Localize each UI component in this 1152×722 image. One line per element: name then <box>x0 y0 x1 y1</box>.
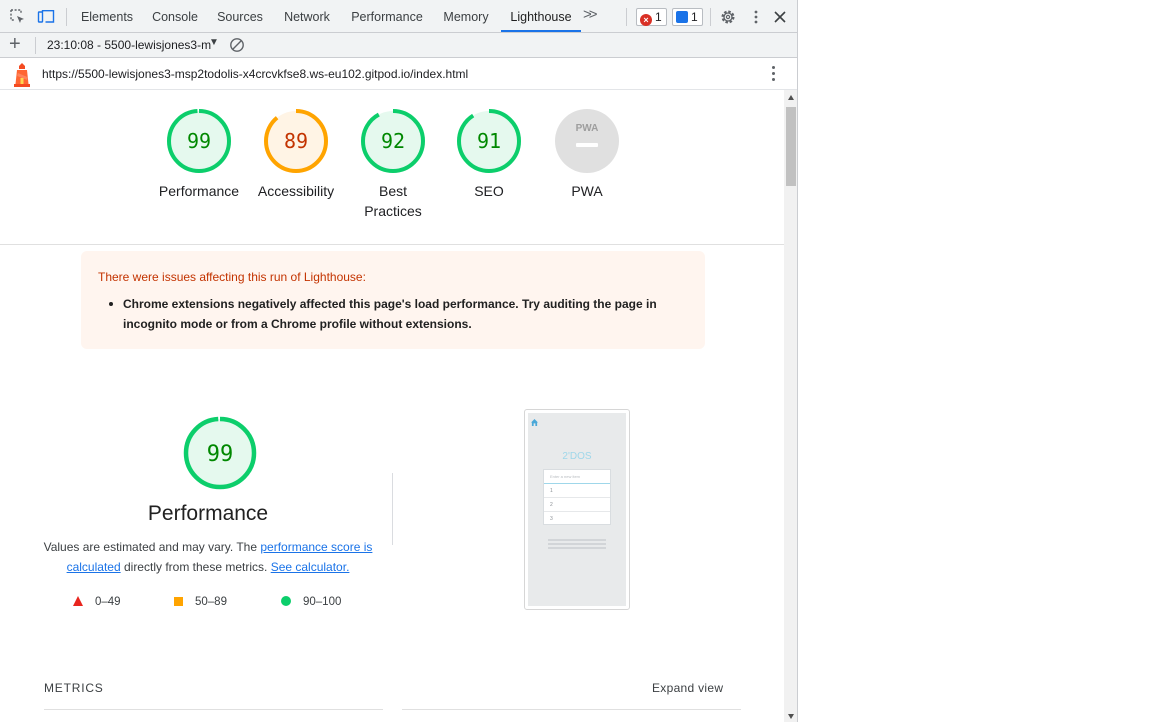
tab-memory[interactable]: Memory <box>436 0 496 33</box>
pwa-badge-icon: PWA <box>555 109 619 173</box>
message-count-badge[interactable]: 1 <box>672 8 703 26</box>
message-icon <box>676 11 688 23</box>
report-scrollbar[interactable] <box>784 90 797 722</box>
chevron-down-icon[interactable]: ▼ <box>209 37 219 48</box>
report-menu-icon[interactable] <box>770 66 778 84</box>
clear-icon[interactable] <box>229 37 245 53</box>
performance-gauge-large: 99 <box>170 415 270 491</box>
devtools-tab-bar: Elements Console Sources Network Perform… <box>0 0 797 33</box>
screenshot-input: Enter a new item <box>544 470 610 484</box>
report-url[interactable]: https://5500-lewisjones3-msp2todolis-x4c… <box>42 67 468 81</box>
error-count: 1 <box>655 10 662 24</box>
tab-console[interactable]: Console <box>145 0 205 33</box>
screenshot-row: 2 <box>544 498 610 512</box>
svg-text:99: 99 <box>207 442 234 467</box>
score-gauge-pwa[interactable]: PWA PWA <box>537 108 637 201</box>
score-gauge-best-practices[interactable]: 92 Best Practices <box>343 108 443 221</box>
add-icon[interactable]: + <box>9 34 21 54</box>
score-gauge-accessibility[interactable]: 89 Accessibility <box>246 108 346 201</box>
gauge-ring: 99 <box>183 416 257 490</box>
desc-text-1: Values are estimated and may vary. The <box>43 540 261 554</box>
tab-performance[interactable]: Performance <box>346 0 428 33</box>
see-calculator-link[interactable]: See calculator. <box>271 560 350 574</box>
performance-title: Performance <box>147 502 269 525</box>
pwa-badge-text: PWA <box>576 123 599 134</box>
gauge-label: Accessibility <box>257 183 335 199</box>
gauge-label: PWA <box>571 183 603 199</box>
tab-lighthouse[interactable]: Lighthouse <box>501 0 581 33</box>
gauge-label: Performance <box>158 183 240 199</box>
expand-view-toggle[interactable]: Expand view <box>652 681 723 695</box>
report-select[interactable]: 23:10:08 - 5500-lewisjones3-m <box>47 38 211 52</box>
screenshot-preview: 2'DOS Enter a new item 1 2 3 <box>528 413 626 606</box>
tab-network[interactable]: Network <box>276 0 338 33</box>
settings-icon[interactable] <box>719 8 737 26</box>
svg-text:99: 99 <box>187 129 211 153</box>
report-url-bar: https://5500-lewisjones3-msp2todolis-x4c… <box>0 59 797 90</box>
gauge-ring: 92 <box>361 109 425 173</box>
screenshot-logo: 2'DOS <box>562 451 592 462</box>
screenshot-row: 1 <box>544 484 610 498</box>
error-count-badge[interactable]: × 1 <box>636 8 667 26</box>
metrics-divider <box>402 709 741 710</box>
warning-title: There were issues affecting this run of … <box>98 270 366 284</box>
score-gauge-seo[interactable]: 91 SEO <box>439 108 539 201</box>
devtools-panel: Elements Console Sources Network Perform… <box>0 0 798 722</box>
tab-sources[interactable]: Sources <box>211 0 269 33</box>
legend-fail: 0–49 <box>73 595 121 609</box>
score-gauge-performance[interactable]: 99 Performance <box>149 108 249 201</box>
device-toolbar-icon[interactable] <box>37 8 55 26</box>
metrics-heading: METRICS <box>44 681 104 695</box>
kebab-icon[interactable] <box>747 8 765 26</box>
scroll-up-icon[interactable] <box>788 95 794 100</box>
performance-description: Values are estimated and may vary. The p… <box>38 537 378 577</box>
scroll-thumb[interactable] <box>786 107 796 186</box>
gauge-ring: 89 <box>264 109 328 173</box>
square-icon <box>174 597 183 606</box>
gauge-label: SEO <box>474 183 504 199</box>
gauge-label: Best Practices <box>364 183 422 219</box>
screenshot-footer <box>548 539 606 551</box>
legend-range: 0–49 <box>95 596 121 608</box>
gauge-ring: 91 <box>457 109 521 173</box>
lighthouse-toolbar: + 23:10:08 - 5500-lewisjones3-m ▼ <box>0 33 797 58</box>
svg-text:89: 89 <box>284 129 308 153</box>
section-divider <box>0 244 784 245</box>
circle-icon <box>281 596 291 606</box>
close-icon[interactable] <box>771 8 789 26</box>
screenshot-list: Enter a new item 1 2 3 <box>543 469 611 525</box>
metrics-divider <box>44 709 383 710</box>
home-icon <box>531 419 538 426</box>
svg-text:91: 91 <box>477 129 501 153</box>
more-tabs-icon[interactable]: >> <box>583 6 597 23</box>
inspect-icon[interactable] <box>9 8 27 26</box>
legend-range: 50–89 <box>195 596 227 608</box>
vertical-divider <box>392 473 393 545</box>
screenshot-row: 3 <box>550 516 553 522</box>
final-screenshot[interactable]: 2'DOS Enter a new item 1 2 3 <box>524 409 630 610</box>
run-warnings: There were issues affecting this run of … <box>81 251 705 349</box>
scroll-down-icon[interactable] <box>788 714 794 719</box>
warning-item: Chrome extensions negatively affected th… <box>109 294 683 334</box>
tab-elements[interactable]: Elements <box>75 0 139 33</box>
message-count: 1 <box>691 10 698 24</box>
error-icon: × <box>640 14 652 26</box>
legend-average: 50–89 <box>174 595 227 609</box>
legend-range: 90–100 <box>303 596 342 608</box>
gauge-ring: 99 <box>167 109 231 173</box>
triangle-icon <box>73 596 83 606</box>
desc-text-2: directly from these metrics. <box>120 560 271 574</box>
lighthouse-report: 99 Performance 89 Accessibility 92 Best … <box>0 90 784 722</box>
svg-text:92: 92 <box>381 129 405 153</box>
lighthouse-logo <box>14 63 30 87</box>
legend-pass: 90–100 <box>281 595 341 609</box>
